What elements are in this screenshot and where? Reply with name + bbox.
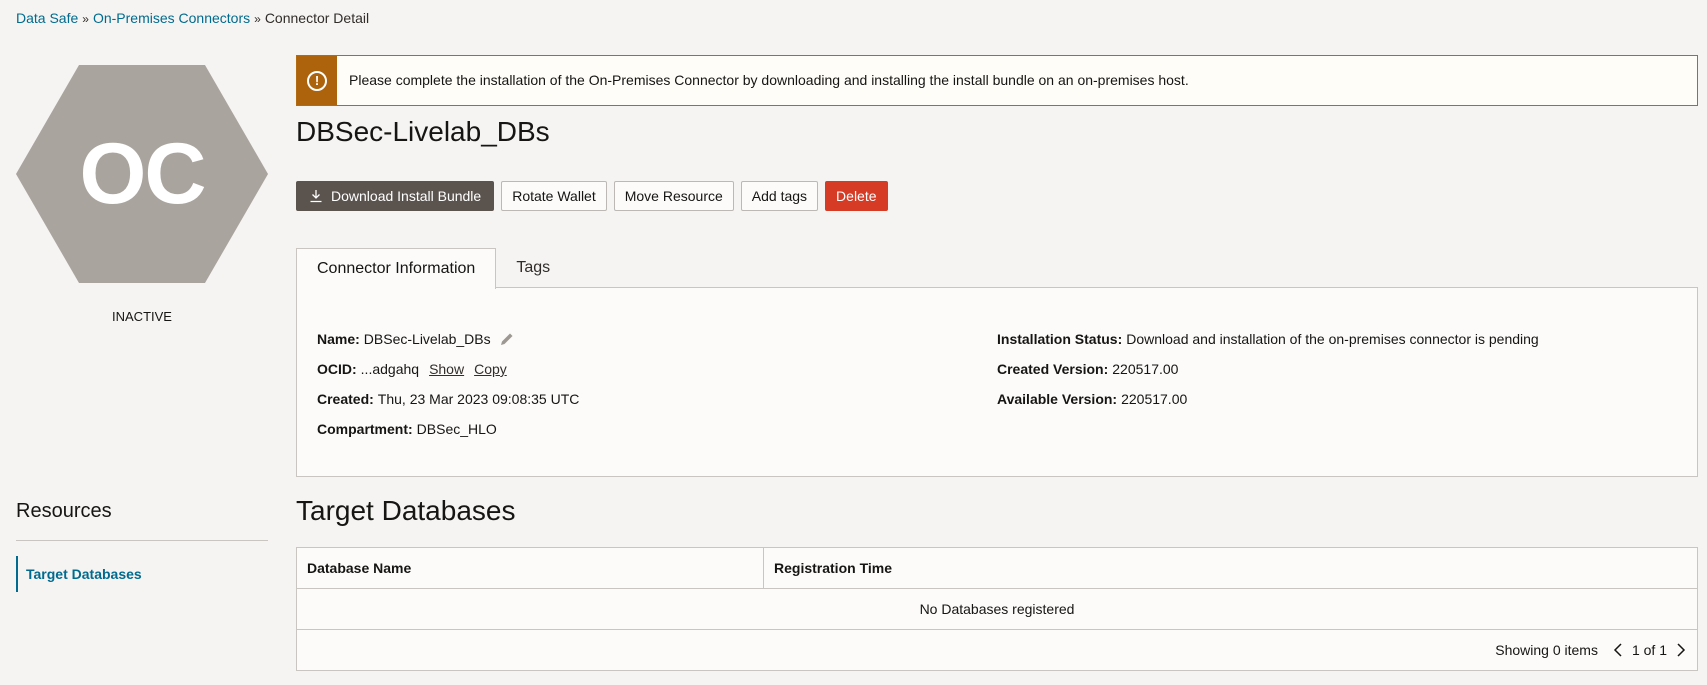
name-value: DBSec-Livelab_DBs bbox=[363, 331, 491, 347]
move-resource-button[interactable]: Move Resource bbox=[613, 181, 734, 211]
ocid-label: OCID: bbox=[317, 361, 357, 377]
rotate-wallet-button[interactable]: Rotate Wallet bbox=[501, 181, 607, 211]
detail-tabs: Connector Information Tags bbox=[296, 248, 570, 289]
breadcrumb-separator: » bbox=[254, 12, 261, 26]
created-label: Created: bbox=[317, 391, 374, 407]
ocid-show-link[interactable]: Show bbox=[429, 361, 464, 377]
resources-heading: Resources bbox=[16, 500, 112, 522]
created-version-label: Created Version: bbox=[997, 361, 1109, 377]
info-row-available-version: Available Version: 220517.00 bbox=[997, 384, 1539, 414]
info-column-right: Installation Status: Download and instal… bbox=[997, 324, 1539, 414]
pagination: 1 of 1 bbox=[1612, 642, 1687, 658]
breadcrumb-separator: » bbox=[82, 12, 89, 26]
delete-button[interactable]: Delete bbox=[825, 181, 888, 211]
created-value: Thu, 23 Mar 2023 09:08:35 UTC bbox=[377, 391, 580, 407]
page-indicator: 1 of 1 bbox=[1631, 642, 1667, 658]
info-row-compartment: Compartment: DBSec_HLO bbox=[317, 414, 579, 444]
chevron-left-icon[interactable] bbox=[1612, 642, 1624, 658]
action-toolbar: Download Install Bundle Rotate Wallet Mo… bbox=[296, 181, 888, 211]
lifecycle-status: INACTIVE bbox=[112, 309, 172, 324]
compartment-label: Compartment: bbox=[317, 421, 413, 437]
page-title: DBSec-Livelab_DBs bbox=[296, 116, 550, 147]
table-empty-message: No Databases registered bbox=[297, 589, 1697, 630]
info-column-left: Name: DBSec-Livelab_DBs OCID: ...adgahq … bbox=[317, 324, 579, 444]
resource-hexagon-icon: OC bbox=[16, 65, 268, 283]
available-version-label: Available Version: bbox=[997, 391, 1118, 407]
breadcrumb-data-safe[interactable]: Data Safe bbox=[16, 10, 78, 26]
alert-message: Please complete the installation of the … bbox=[349, 72, 1189, 88]
ocid-copy-link[interactable]: Copy bbox=[474, 361, 507, 377]
table-header: Database Name Registration Time bbox=[297, 548, 1697, 589]
created-version-value: 220517.00 bbox=[1112, 361, 1179, 377]
items-count: Showing 0 items bbox=[1495, 642, 1598, 658]
info-row-name: Name: DBSec-Livelab_DBs bbox=[317, 324, 579, 354]
column-header-registration-time[interactable]: Registration Time bbox=[764, 548, 892, 588]
table-footer: Showing 0 items 1 of 1 bbox=[297, 630, 1697, 670]
warning-alert: ! Please complete the installation of th… bbox=[296, 55, 1698, 106]
breadcrumb: Data Safe» On-Premises Connectors» Connect… bbox=[16, 10, 369, 26]
column-header-database-name[interactable]: Database Name bbox=[297, 548, 764, 588]
resources-divider bbox=[16, 540, 268, 541]
installation-status-label: Installation Status: bbox=[997, 331, 1123, 347]
target-databases-table: Database Name Registration Time No Datab… bbox=[296, 547, 1698, 671]
download-install-bundle-button[interactable]: Download Install Bundle bbox=[296, 181, 495, 211]
info-row-created-version: Created Version: 220517.00 bbox=[997, 354, 1539, 384]
ocid-value: ...adgahq bbox=[360, 361, 420, 377]
tab-connector-information[interactable]: Connector Information bbox=[296, 248, 497, 289]
info-row-ocid: OCID: ...adgahq Show Copy bbox=[317, 354, 579, 384]
resources-item-target-databases[interactable]: Target Databases bbox=[16, 556, 268, 592]
download-install-bundle-label: Download Install Bundle bbox=[331, 188, 482, 204]
available-version-value: 220517.00 bbox=[1121, 391, 1188, 407]
alert-icon-box: ! bbox=[297, 56, 337, 105]
breadcrumb-on-premises-connectors[interactable]: On-Premises Connectors bbox=[93, 10, 250, 26]
breadcrumb-current: Connector Detail bbox=[264, 10, 370, 26]
name-label: Name: bbox=[317, 331, 360, 347]
target-databases-heading: Target Databases bbox=[296, 495, 516, 526]
download-icon bbox=[309, 189, 323, 203]
edit-pencil-icon[interactable] bbox=[499, 331, 515, 347]
tab-tags[interactable]: Tags bbox=[496, 248, 570, 288]
compartment-value: DBSec_HLO bbox=[416, 421, 497, 437]
warning-circle-icon: ! bbox=[307, 70, 327, 91]
connector-information-panel: Name: DBSec-Livelab_DBs OCID: ...adgahq … bbox=[296, 287, 1698, 477]
add-tags-button[interactable]: Add tags bbox=[740, 181, 819, 211]
resource-initials: OC bbox=[79, 125, 207, 222]
chevron-right-icon[interactable] bbox=[1675, 642, 1687, 658]
info-row-installation-status: Installation Status: Download and instal… bbox=[997, 324, 1539, 354]
installation-status-value: Download and installation of the on-prem… bbox=[1126, 331, 1539, 347]
info-row-created: Created: Thu, 23 Mar 2023 09:08:35 UTC bbox=[317, 384, 579, 414]
